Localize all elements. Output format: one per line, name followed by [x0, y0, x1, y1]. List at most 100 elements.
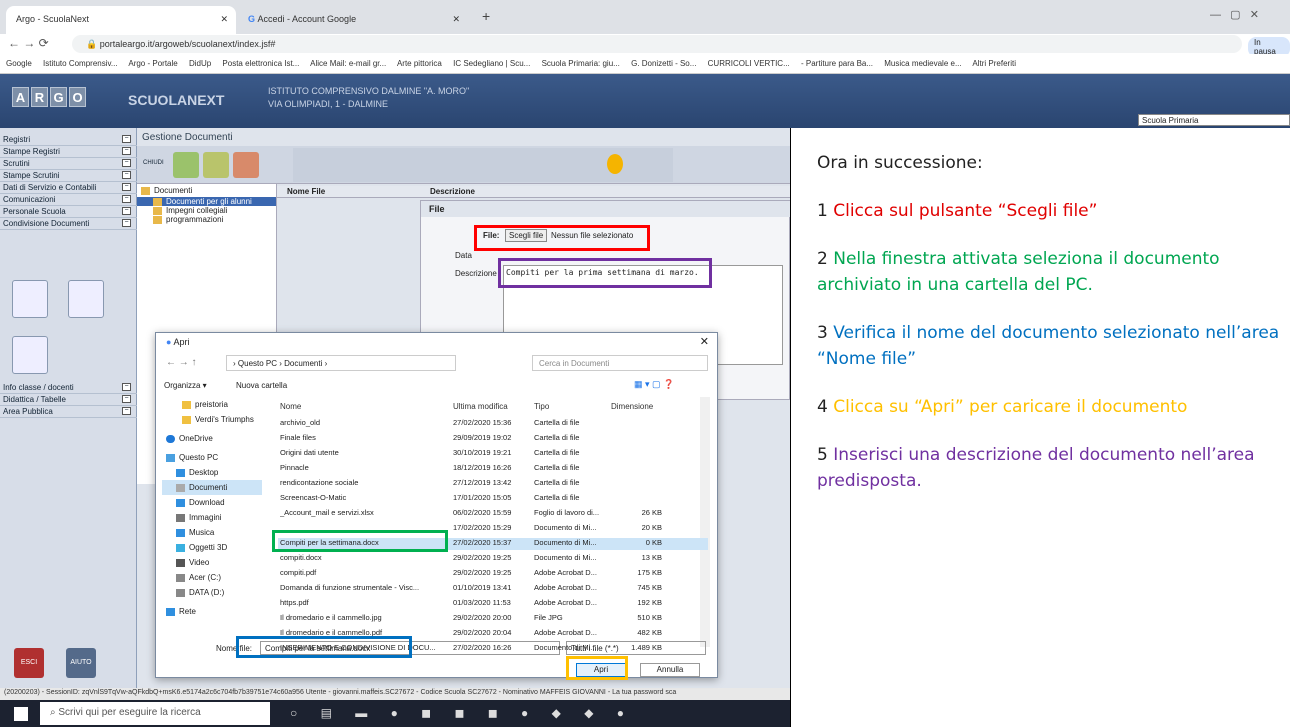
- nav-item[interactable]: DATA (D:): [162, 585, 262, 600]
- bookmark-item[interactable]: Google: [6, 59, 32, 68]
- sidebar-item-info-classe[interactable]: Info classe / docenti −: [0, 382, 137, 394]
- sidebar-item-condivisione[interactable]: Condivisione Documenti −: [0, 218, 137, 230]
- users-icon[interactable]: [68, 280, 104, 318]
- taskbar-search[interactable]: ⌕ Scrivi qui per eseguire la ricerca: [40, 702, 270, 725]
- file-row[interactable]: Il dromedario e il cammello.jpg 29/02/202…: [278, 613, 708, 625]
- delete-folder-icon[interactable]: [233, 152, 259, 178]
- file-row[interactable]: Finale files 29/09/2019 19:02 Cartella di …: [278, 433, 708, 445]
- bookmark-item[interactable]: Altri Preferiti: [972, 59, 1016, 68]
- sidebar-item-scrutini[interactable]: Scrutini −: [0, 158, 137, 170]
- nav-item[interactable]: Questo PC: [162, 450, 262, 465]
- taskbar-app-icons[interactable]: ○ ▤ ▬ ● ◼ ◼ ◼ ● ◆ ◆ ●: [290, 706, 634, 720]
- new-folder-button[interactable]: Nuova cartella: [236, 381, 287, 390]
- file-row[interactable]: Screencast-O-Matic 17/01/2020 15:05 Cartel…: [278, 493, 708, 505]
- window-controls[interactable]: — ▢ ✕: [1210, 8, 1259, 21]
- group-icon[interactable]: [12, 336, 48, 374]
- sidebar-item-stampe-scrutini[interactable]: Stampe Scrutini −: [0, 170, 137, 182]
- tab-argo[interactable]: Argo - ScuolaNext ✕: [6, 6, 236, 34]
- bookmark-item[interactable]: Istituto Comprensiv...: [43, 59, 118, 68]
- nav-item[interactable]: Immagini: [162, 510, 262, 525]
- sidebar-item-comunicazioni[interactable]: Comunicazioni −: [0, 194, 137, 206]
- column-header[interactable]: Dimensione: [611, 402, 653, 411]
- expand-icon[interactable]: −: [122, 135, 131, 143]
- expand-icon[interactable]: −: [122, 395, 131, 403]
- sidebar-item-dati-servizio[interactable]: Dati di Servizio e Contabili −: [0, 182, 137, 194]
- file-row[interactable]: Pinnacle 18/12/2019 16:26 Cartella di file: [278, 463, 708, 475]
- nav-item[interactable]: Documenti: [162, 480, 262, 495]
- bookmark-item[interactable]: Scuola Primaria: giu...: [542, 59, 620, 68]
- file-row[interactable]: compiti.docx 29/02/2020 19:25 Documento di…: [278, 553, 708, 565]
- expand-icon[interactable]: −: [122, 147, 131, 155]
- new-tab-icon[interactable]: +: [482, 8, 490, 24]
- edit-folder-icon[interactable]: [203, 152, 229, 178]
- close-icon[interactable]: ✕: [452, 14, 460, 25]
- file-row[interactable]: compiti.pdf 29/02/2020 19:25 Adobe Acrobat…: [278, 568, 708, 580]
- nav-item[interactable]: Video: [162, 555, 262, 570]
- cancel-button[interactable]: Annulla: [640, 663, 700, 677]
- bookmark-item[interactable]: Argo - Portale: [128, 59, 177, 68]
- nav-item[interactable]: Oggetti 3D: [162, 540, 262, 555]
- help-button[interactable]: AIUTO: [66, 648, 96, 678]
- nav-item[interactable]: preistoria: [162, 397, 262, 412]
- column-header[interactable]: Ultima modifica: [453, 402, 508, 411]
- bookmark-item[interactable]: Arte pittorica: [397, 59, 442, 68]
- sidebar-item-personale[interactable]: Personale Scuola −: [0, 206, 137, 218]
- column-header[interactable]: Nome: [280, 402, 301, 411]
- column-header[interactable]: Tipo: [534, 402, 549, 411]
- lightbulb-icon[interactable]: [607, 154, 623, 174]
- bookmark-item[interactable]: Musica medievale e...: [884, 59, 961, 68]
- sidebar-item-area-pubblica[interactable]: Area Pubblica −: [0, 406, 137, 418]
- dialog-search[interactable]: Cerca in Documenti: [532, 355, 708, 371]
- nav-item[interactable]: Acer (C:): [162, 570, 262, 585]
- url-field[interactable]: 🔒 portaleargo.it/argoweb/scuolanext/inde…: [72, 35, 1242, 53]
- tree-item-documenti-alunni[interactable]: Documenti per gli alunni: [137, 197, 276, 206]
- nav-arrows-icon[interactable]: ← → ↑: [166, 357, 197, 368]
- bookmark-item[interactable]: Posta elettronica Ist...: [222, 59, 299, 68]
- file-row[interactable]: rendicontazione sociale 27/12/2019 13:42 C…: [278, 478, 708, 490]
- expand-icon[interactable]: −: [122, 207, 131, 215]
- file-row[interactable]: Origini dati utente 30/10/2019 19:21 Carte…: [278, 448, 708, 460]
- nav-item[interactable]: Rete: [162, 604, 262, 619]
- tab-google[interactable]: G Accedi - Account Google ✕: [238, 6, 468, 34]
- folder-lock-icon[interactable]: [12, 280, 48, 318]
- expand-icon[interactable]: −: [122, 407, 131, 415]
- sidebar-item-registri[interactable]: Registri −: [0, 134, 137, 146]
- column-header[interactable]: Nome File: [287, 187, 325, 196]
- nav-item[interactable]: Musica: [162, 525, 262, 540]
- expand-icon[interactable]: −: [122, 219, 131, 227]
- exit-button[interactable]: ESCI: [14, 648, 44, 678]
- sidebar-item-didattica[interactable]: Didattica / Tabelle −: [0, 394, 137, 406]
- bookmark-item[interactable]: IC Sedegliano | Scu...: [453, 59, 530, 68]
- close-icon[interactable]: ✕: [220, 14, 228, 25]
- column-header[interactable]: Descrizione: [430, 187, 475, 196]
- organize-button[interactable]: Organizza ▾: [164, 381, 207, 390]
- expand-icon[interactable]: −: [122, 183, 131, 191]
- tree-item-impegni[interactable]: Impegni collegiali: [137, 206, 276, 215]
- bookmark-item[interactable]: - Partiture para Ba...: [801, 59, 873, 68]
- view-help-icons[interactable]: ▦ ▾ ▢ ❓: [634, 379, 674, 390]
- expand-icon[interactable]: −: [122, 171, 131, 179]
- close-label[interactable]: CHIUDI: [143, 160, 164, 166]
- back-forward-reload-icons[interactable]: ← → ⟳: [8, 36, 49, 50]
- school-select[interactable]: Scuola Primaria: [1138, 114, 1290, 126]
- close-icon[interactable]: ✕: [700, 335, 709, 348]
- path-breadcrumb[interactable]: › Questo PC › Documenti ›: [226, 355, 456, 371]
- sidebar-item-stampe-registri[interactable]: Stampe Registri −: [0, 146, 137, 158]
- file-row[interactable]: _Account_mail e servizi.xlsx 06/02/2020 1…: [278, 508, 708, 520]
- add-folder-icon[interactable]: [173, 152, 199, 178]
- nav-item[interactable]: OneDrive: [162, 431, 262, 446]
- expand-icon[interactable]: −: [122, 195, 131, 203]
- expand-icon[interactable]: −: [122, 159, 131, 167]
- tree-item-documenti[interactable]: Documenti: [137, 184, 276, 197]
- nav-item[interactable]: Download: [162, 495, 262, 510]
- bookmark-item[interactable]: Alice Mail: e-mail gr...: [310, 59, 386, 68]
- nav-item[interactable]: Verdi's Triumphs: [162, 412, 262, 427]
- bookmark-item[interactable]: G. Donizetti - So...: [631, 59, 696, 68]
- file-row[interactable]: https.pdf 01/03/2020 11:53 Adobe Acrobat D…: [278, 598, 708, 610]
- nav-item[interactable]: Desktop: [162, 465, 262, 480]
- bookmark-item[interactable]: DidUp: [189, 59, 211, 68]
- file-row[interactable]: Domanda di funzione strumentale - Visc..…: [278, 583, 708, 595]
- windows-start-icon[interactable]: [14, 707, 28, 721]
- tree-item-programmazioni[interactable]: programmazioni: [137, 215, 276, 224]
- expand-icon[interactable]: −: [122, 383, 131, 391]
